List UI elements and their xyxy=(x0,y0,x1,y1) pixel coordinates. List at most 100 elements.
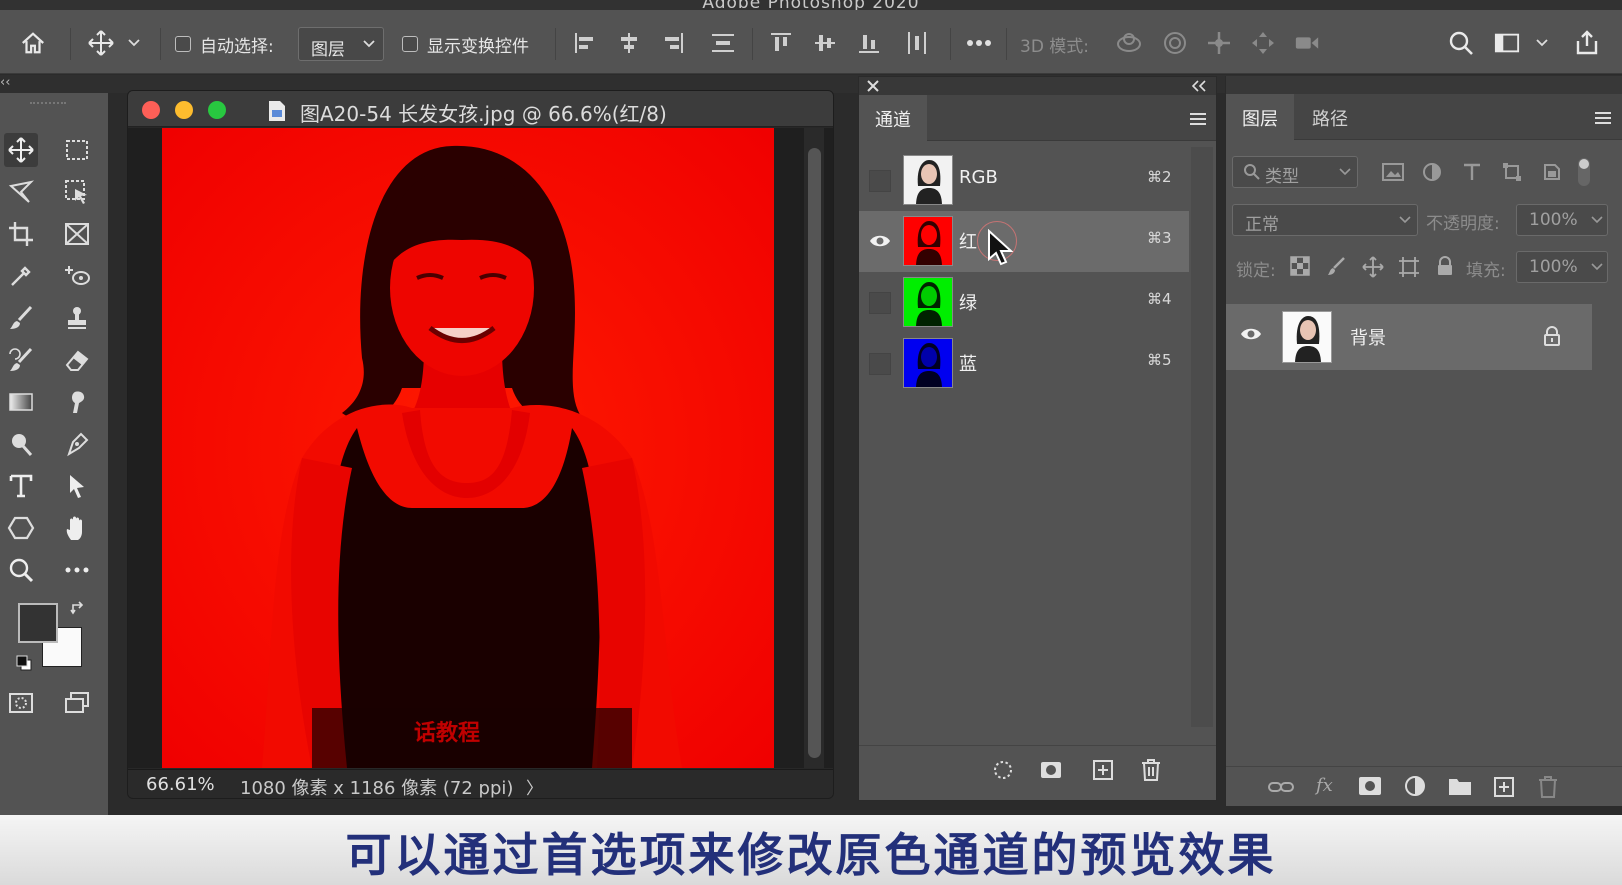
minimize-window-button[interactable] xyxy=(175,101,193,119)
align-vertical-center-icon[interactable] xyxy=(812,30,838,56)
eye-icon[interactable] xyxy=(1240,326,1262,342)
frame-tool-icon[interactable] xyxy=(60,217,94,251)
share-icon[interactable] xyxy=(1574,30,1600,56)
3d-orbit-icon[interactable] xyxy=(1116,30,1142,56)
fill-field[interactable]: 100% xyxy=(1516,251,1608,283)
panel-menu-icon[interactable] xyxy=(1189,112,1207,126)
filter-toggle-switch[interactable] xyxy=(1578,158,1590,186)
filter-shape-icon[interactable] xyxy=(1502,162,1522,182)
lock-transparent-pixels-icon[interactable] xyxy=(1290,256,1310,276)
type-tool-icon[interactable] xyxy=(4,469,38,503)
workspace-icon[interactable] xyxy=(1494,30,1520,56)
align-top-icon[interactable] xyxy=(768,30,794,56)
scrollbar-thumb[interactable] xyxy=(808,148,821,758)
move-tool-icon[interactable] xyxy=(4,133,38,167)
channels-scrollbar[interactable] xyxy=(1191,147,1213,727)
eyedropper-tool-icon[interactable] xyxy=(4,259,38,293)
zoom-window-button[interactable] xyxy=(208,101,226,119)
marquee-tool-icon[interactable] xyxy=(60,133,94,167)
swap-colors-icon[interactable] xyxy=(70,601,86,617)
default-colors-icon[interactable] xyxy=(16,655,32,671)
close-icon[interactable] xyxy=(867,80,879,92)
move-tool-icon[interactable] xyxy=(88,30,114,56)
lock-all-icon[interactable] xyxy=(1436,256,1454,276)
zoom-tool-icon[interactable] xyxy=(4,553,38,587)
clone-stamp-tool-icon[interactable] xyxy=(60,301,94,335)
home-icon[interactable] xyxy=(20,30,46,56)
more-options-icon[interactable] xyxy=(966,30,992,56)
align-left-icon[interactable] xyxy=(572,30,598,56)
document-titlebar[interactable]: 图A20-54 长发女孩.jpg @ 66.6%(红/8) xyxy=(128,91,833,127)
collapse-left-toggle[interactable]: ‹‹ xyxy=(0,75,10,90)
smudge-tool-icon[interactable] xyxy=(60,385,94,419)
channel-row-blue[interactable]: 蓝 ⌘5 xyxy=(859,333,1189,394)
tab-paths[interactable]: 路径 xyxy=(1296,94,1364,140)
document-canvas-image[interactable]: 话教程 xyxy=(162,128,774,768)
channel-visibility-toggle[interactable] xyxy=(869,170,891,192)
save-selection-as-channel-icon[interactable] xyxy=(1039,758,1063,782)
gradient-tool-icon[interactable] xyxy=(4,385,38,419)
collapse-panel-icon[interactable] xyxy=(1192,80,1206,92)
fx-icon[interactable]: fx xyxy=(1314,773,1338,797)
channel-visibility-toggle[interactable] xyxy=(869,353,891,375)
lock-image-pixels-icon[interactable] xyxy=(1326,256,1346,276)
lock-artboard-icon[interactable] xyxy=(1398,256,1420,278)
history-brush-tool-icon[interactable] xyxy=(4,343,38,377)
load-channel-selection-icon[interactable] xyxy=(991,758,1015,782)
spot-healing-tool-icon[interactable] xyxy=(60,259,94,293)
screen-mode-icon[interactable] xyxy=(60,686,94,720)
canvas-vertical-scrollbar[interactable] xyxy=(804,128,824,768)
hand-tool-icon[interactable] xyxy=(60,511,94,545)
filter-adjustment-icon[interactable] xyxy=(1422,162,1442,182)
filter-smart-object-icon[interactable] xyxy=(1542,162,1562,182)
panel-menu-icon[interactable] xyxy=(1594,111,1612,125)
channel-visibility-toggle[interactable] xyxy=(869,292,891,314)
chevron-down-icon[interactable] xyxy=(126,30,142,56)
opacity-field[interactable]: 100% xyxy=(1516,204,1608,236)
layer-filter-select[interactable]: 类型 xyxy=(1232,156,1358,188)
new-layer-icon[interactable] xyxy=(1492,775,1516,799)
eye-icon[interactable] xyxy=(869,233,891,249)
edit-toolbar-icon[interactable] xyxy=(60,553,94,587)
distribute-horizontal-icon[interactable] xyxy=(904,30,930,56)
distribute-vertical-icon[interactable] xyxy=(710,30,736,56)
channel-row-rgb[interactable]: RGB ⌘2 xyxy=(859,150,1189,211)
auto-select-target-select[interactable]: 图层 xyxy=(298,27,384,61)
shape-tool-icon[interactable] xyxy=(4,511,38,545)
tab-layers[interactable]: 图层 xyxy=(1226,94,1294,140)
lasso-tool-icon[interactable] xyxy=(4,175,38,209)
filter-type-icon[interactable] xyxy=(1462,162,1482,182)
layer-row[interactable]: 背景 xyxy=(1226,304,1592,370)
channel-row-red[interactable]: 红 ⌘3 xyxy=(859,211,1189,272)
close-window-button[interactable] xyxy=(142,101,160,119)
brush-tool-icon[interactable] xyxy=(4,301,38,335)
tab-channels[interactable]: 通道 xyxy=(859,95,927,141)
toolbar-grip[interactable] xyxy=(30,102,66,108)
align-right-icon[interactable] xyxy=(660,30,686,56)
delete-channel-icon[interactable] xyxy=(1139,758,1163,782)
pen-tool-icon[interactable] xyxy=(60,427,94,461)
crop-tool-icon[interactable] xyxy=(4,217,38,251)
show-transform-checkbox[interactable] xyxy=(402,36,418,52)
canvas-area[interactable]: 话教程 xyxy=(128,128,833,768)
lock-position-icon[interactable] xyxy=(1362,256,1384,278)
new-group-folder-icon[interactable] xyxy=(1448,775,1472,799)
chevron-down-icon[interactable] xyxy=(1534,30,1550,56)
auto-select-checkbox[interactable] xyxy=(175,36,191,52)
align-bottom-icon[interactable] xyxy=(856,30,882,56)
add-mask-icon[interactable] xyxy=(1358,775,1382,799)
filter-pixel-icon[interactable] xyxy=(1382,162,1404,182)
search-icon[interactable] xyxy=(1448,30,1474,56)
link-layers-icon[interactable] xyxy=(1268,775,1294,799)
3d-pan-icon[interactable] xyxy=(1206,30,1232,56)
new-channel-icon[interactable] xyxy=(1091,758,1115,782)
align-horizontal-center-icon[interactable] xyxy=(616,30,642,56)
lock-icon[interactable] xyxy=(1544,326,1560,346)
3d-slide-icon[interactable] xyxy=(1250,30,1276,56)
blend-mode-select[interactable]: 正常 xyxy=(1232,204,1418,236)
3d-roll-icon[interactable] xyxy=(1162,30,1188,56)
channel-row-green[interactable]: 绿 ⌘4 xyxy=(859,272,1189,333)
zoom-level[interactable]: 66.61% xyxy=(146,774,215,795)
dodge-tool-icon[interactable] xyxy=(4,427,38,461)
delete-layer-icon[interactable] xyxy=(1536,775,1560,799)
